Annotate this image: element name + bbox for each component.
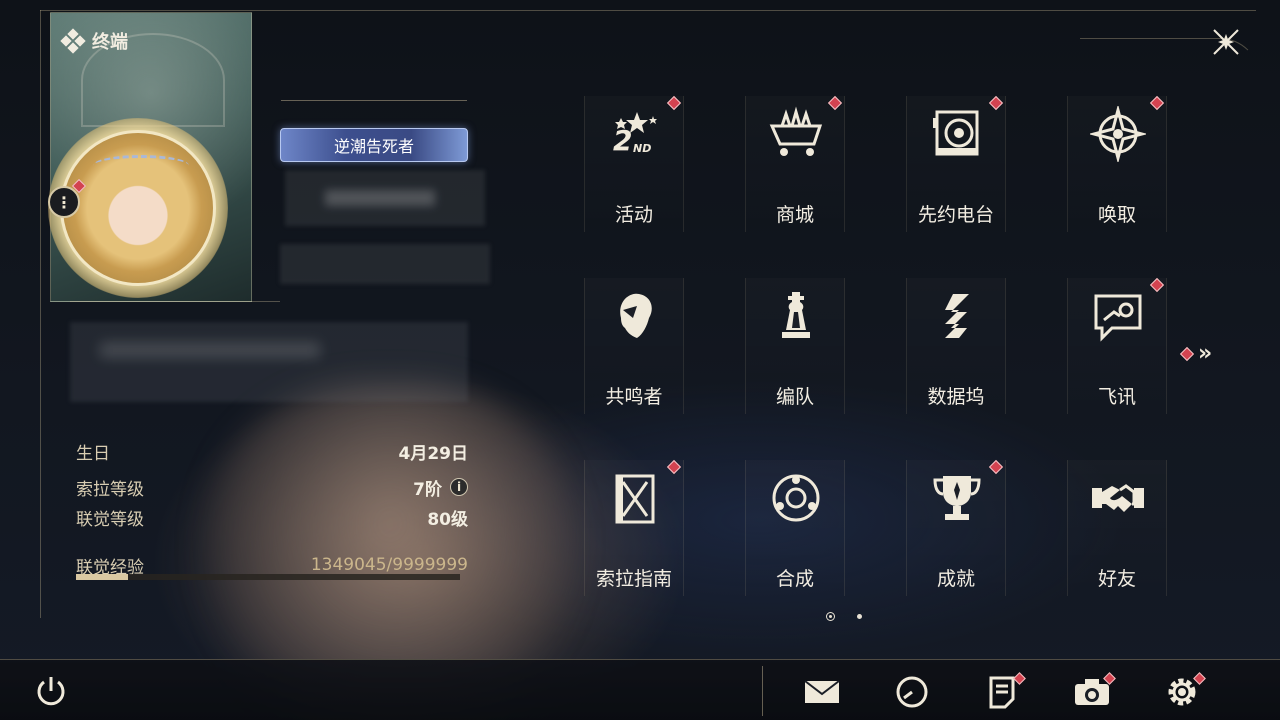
page-title-text: 终端 xyxy=(92,32,128,53)
profile-divider xyxy=(70,301,280,302)
more-options-icon: ⋮ xyxy=(56,192,72,212)
notification-badge xyxy=(1149,277,1165,293)
menu-item-achievements[interactable]: 成就 xyxy=(906,459,1006,596)
title-divider xyxy=(281,100,467,101)
birthday-label: 生日 xyxy=(76,443,110,464)
menu-item-label: 唤取 xyxy=(1097,204,1136,226)
page-dot[interactable] xyxy=(857,614,862,619)
next-page-button[interactable]: » xyxy=(1179,341,1213,366)
menu-item-data-bank[interactable]: 数据坞 xyxy=(906,278,1006,414)
page-indicator xyxy=(826,612,862,621)
player-name-redacted xyxy=(285,170,485,226)
menu-item-synthesis[interactable]: 合成 xyxy=(745,460,845,596)
mail-icon xyxy=(804,680,840,703)
notification-badge xyxy=(827,95,843,111)
menu-item-label: 数据坞 xyxy=(927,386,985,408)
menu-item-resonators[interactable]: 共鸣者 xyxy=(584,278,684,414)
menu-item-label: 商城 xyxy=(775,204,814,226)
title-badge[interactable]: 逆潮告死者 xyxy=(280,128,468,162)
union-exp-progress-fill xyxy=(76,574,128,580)
toolbar-divider xyxy=(762,666,763,716)
anniversary-icon: 2 ND xyxy=(607,106,663,162)
notification-badge xyxy=(988,95,1004,111)
avatar[interactable] xyxy=(60,130,216,286)
photo-mode-button[interactable] xyxy=(1072,672,1116,712)
menu-item-label: 成就 xyxy=(936,568,975,590)
stat-row-sola-level: 索拉等级 7阶 i xyxy=(76,472,468,502)
menu-item-convene[interactable]: 唤取 xyxy=(1067,95,1167,232)
synthesis-icon xyxy=(768,470,824,526)
notification-badge xyxy=(666,459,682,475)
settings-button[interactable] xyxy=(1162,672,1206,712)
title-badge-text: 逆潮告死者 xyxy=(333,137,414,156)
stat-row-birthday: 生日 4月29日 xyxy=(76,436,468,466)
radio-icon xyxy=(929,106,985,162)
notification-badge xyxy=(1179,346,1195,361)
menu-item-label: 索拉指南 xyxy=(595,568,672,590)
menu-item-label: 编队 xyxy=(775,386,814,408)
svg-text:2: 2 xyxy=(613,124,632,157)
info-icon[interactable]: i xyxy=(450,478,468,496)
sola-level-value-group: 7阶 i xyxy=(413,475,468,500)
double-chevron-right-icon: » xyxy=(1198,341,1213,366)
union-exp-progress-bar xyxy=(76,574,460,580)
resonator-portrait-icon xyxy=(607,288,663,344)
notification-badge xyxy=(988,459,1004,475)
notification-badge xyxy=(666,95,682,111)
menu-item-team[interactable]: 编队 xyxy=(745,278,845,414)
menu-item-label: 活动 xyxy=(614,204,653,226)
exit-button[interactable] xyxy=(34,674,68,708)
avatar-menu-button[interactable]: ⋮ xyxy=(48,186,80,218)
notification-badge xyxy=(1149,95,1165,111)
close-button[interactable] xyxy=(1208,24,1244,60)
svg-text:ND: ND xyxy=(633,142,651,155)
sola-level-label: 索拉等级 xyxy=(76,479,144,500)
guide-book-icon xyxy=(607,470,663,526)
union-level-label: 联觉等级 xyxy=(76,509,144,530)
birthday-value: 4月29日 xyxy=(398,443,469,464)
menu-item-events[interactable]: 2 ND 活动 xyxy=(584,95,684,232)
history-button[interactable] xyxy=(892,672,932,712)
notice-button[interactable] xyxy=(982,672,1026,712)
menu-item-friends[interactable]: 好友 xyxy=(1067,460,1167,596)
frame-top-line xyxy=(40,10,1256,11)
player-uid-redacted xyxy=(280,244,490,284)
union-level-value: 80级 xyxy=(427,509,468,530)
close-icon xyxy=(1213,29,1239,55)
union-exp-value: 1349045/9999999 xyxy=(310,555,468,575)
signature-redacted[interactable] xyxy=(70,322,468,402)
chess-team-icon xyxy=(768,288,824,344)
message-icon xyxy=(1090,288,1146,344)
handshake-icon xyxy=(1090,470,1146,526)
stat-row-union-level: 联觉等级 80级 xyxy=(76,502,468,532)
sola-level-value: 7阶 xyxy=(413,479,442,500)
terminal-diamond-icon xyxy=(60,28,86,54)
power-icon xyxy=(37,677,65,706)
page-title: 终端 xyxy=(60,28,128,54)
bottom-toolbar xyxy=(0,659,1280,720)
menu-item-sola-guide[interactable]: 索拉指南 xyxy=(584,459,684,596)
clock-icon xyxy=(896,676,928,708)
mail-button[interactable] xyxy=(802,672,842,712)
menu-item-label: 先约电台 xyxy=(917,204,994,226)
menu-item-shop[interactable]: 商城 xyxy=(745,95,845,232)
summon-compass-icon xyxy=(1090,106,1146,162)
menu-item-label: 合成 xyxy=(775,568,814,590)
menu-item-label: 好友 xyxy=(1097,568,1136,590)
terminal-menu-grid: 2 ND 活动 商城 先约电台 唤取 共鸣者 编队 数据坞 飞讯 索拉指南 合成… xyxy=(584,95,1168,596)
menu-item-label: 飞讯 xyxy=(1097,386,1136,408)
shop-cart-icon xyxy=(768,106,824,162)
menu-item-label: 共鸣者 xyxy=(605,386,663,408)
notice-icon xyxy=(989,676,1015,709)
trophy-icon xyxy=(929,470,985,526)
data-bank-icon xyxy=(929,288,985,344)
menu-item-radio[interactable]: 先约电台 xyxy=(906,95,1006,232)
menu-item-messages[interactable]: 飞讯 xyxy=(1067,277,1167,414)
profile-stats: 生日 4月29日 索拉等级 7阶 i 联觉等级 80级 联觉经验 1349045… xyxy=(76,436,468,580)
frame-left-line xyxy=(40,10,41,618)
page-dot-active[interactable] xyxy=(826,612,835,621)
